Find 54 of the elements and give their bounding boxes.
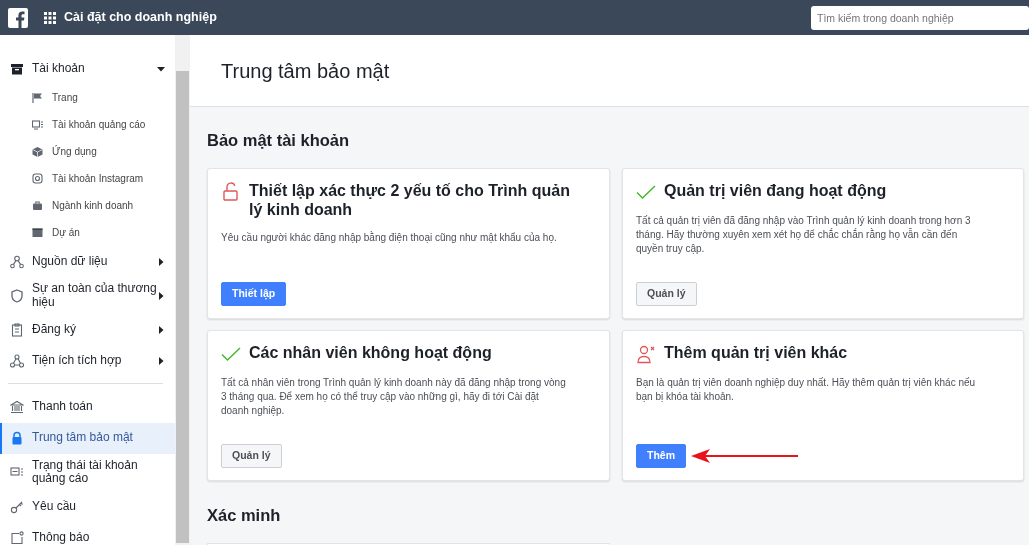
section-title: Bảo mật tài khoản [207, 130, 351, 151]
sidebar-subitem[interactable]: Ứng dụng [0, 138, 175, 165]
folder-icon [32, 227, 43, 238]
card-description: Bạn là quản trị viên doanh nghiệp duy nhất. Hãy thêm quản trị viên khác nếu bạn bị khóa tài khoản. [636, 375, 977, 404]
sidebar-item[interactable]: Trung tâm bảo mật [0, 422, 175, 454]
card-title: Các nhân viên không hoạt động [249, 342, 493, 363]
sidebar-subitem[interactable]: Tài khoản Instagram [0, 165, 175, 192]
card-title: Thiết lập xác thực 2 yếu tố cho Trình quản lý kinh doanh [249, 180, 571, 220]
box-icon [10, 61, 24, 76]
notification-icon [10, 530, 24, 545]
sidebar-item[interactable]: Đăng ký [0, 314, 175, 346]
key-icon [10, 499, 24, 514]
card-title: Thêm quản trị viên khác [664, 342, 849, 363]
card-button[interactable]: Quản lý [221, 444, 282, 468]
sidebar-item[interactable]: Tài khoản [0, 53, 175, 84]
card-button[interactable]: Thiết lập [221, 282, 287, 306]
briefcase-icon [32, 200, 43, 211]
sidebar-subitem[interactable]: Dự án [0, 219, 175, 246]
add-person-icon [636, 343, 656, 364]
sidebar-item[interactable]: Tiện ích tích hợp [0, 345, 175, 377]
sidebar-item[interactable]: Thanh toán [0, 391, 175, 423]
sidebar-subitem[interactable]: Ngành kinh doanh [0, 192, 175, 219]
bank-icon [10, 400, 24, 415]
sidebar-item[interactable]: Trạng thái tài khoản quảng cáo [0, 453, 175, 492]
scrollbar[interactable] [175, 35, 190, 545]
clipboard-icon [10, 323, 24, 338]
search-field[interactable]: Tìm kiếm trong doanh nghiệp [811, 5, 1029, 30]
card-title: Quản trị viên đang hoạt động [664, 180, 888, 201]
shield-icon [10, 288, 24, 303]
sidebar-item[interactable]: Thông báo [0, 522, 175, 545]
card-button[interactable]: Quản lý [636, 282, 697, 306]
sidebar-item[interactable]: Yêu cầu [0, 491, 175, 523]
card-description: Yêu cầu người khác đăng nhập bằng điện thoại cũng như mật khẩu của họ. [221, 231, 558, 246]
camera-icon [32, 173, 43, 184]
section-title: Xác minh [207, 504, 282, 526]
unlocked-padlock-icon [221, 181, 241, 202]
card-description: Tất cả quản trị viên đã đăng nhập vào Trình quản lý kinh doanh trong hơn 3 tháng. Hãy thường xuyên xem xét họ để chắc chắn rằng họ vẫn cần đến quyền truy cập. [636, 213, 972, 256]
triangle-nodes-icon [10, 354, 24, 369]
scrollbar-thumb[interactable] [176, 71, 189, 543]
app-title: Cài đặt cho doanh nghiệp [64, 9, 217, 27]
sidebar-subitem[interactable]: Tài khoản quảng cáo [0, 111, 175, 138]
card-description: Tất cả nhân viên trong Trình quản lý kinh doanh này đã đăng nhập trong vòng 3 tháng qua. Để xem họ có thể truy cập vào những gì, hãy đi tới Cài đặt doanh nghiệp. [221, 375, 566, 418]
grid-menu-icon[interactable] [44, 11, 56, 24]
sidebar-item[interactable]: Sự an toàn của thương hiệu [0, 277, 175, 315]
lock-icon [10, 431, 24, 446]
sidebar-subitem[interactable]: Trang [0, 84, 175, 111]
cube-icon [32, 146, 43, 157]
monitor-icon [32, 119, 43, 130]
card-button[interactable]: Thêm [636, 444, 686, 468]
logo-icon[interactable] [8, 7, 28, 28]
page-title: Trung tâm bảo mật [190, 35, 1029, 107]
sidebar-item[interactable]: Nguồn dữ liệu [0, 246, 175, 277]
flag-icon [32, 92, 43, 103]
nodes-icon [10, 254, 24, 269]
